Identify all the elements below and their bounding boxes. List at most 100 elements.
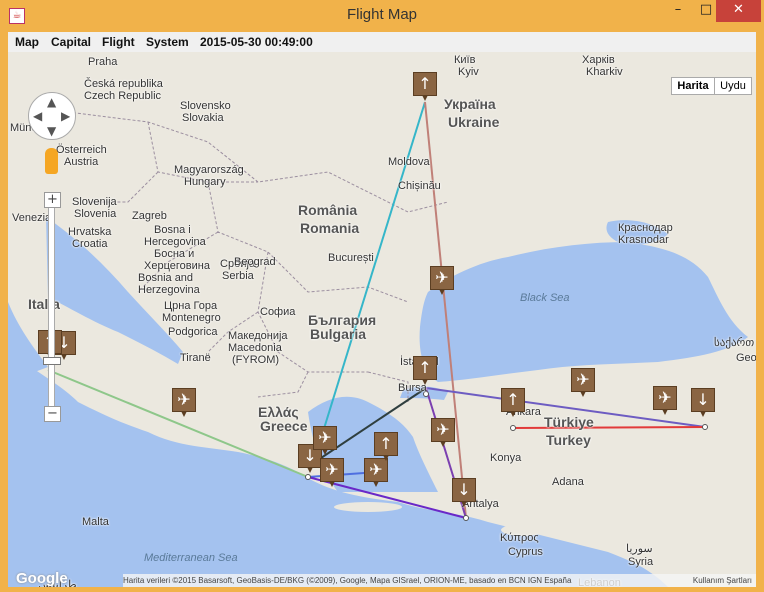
marker-pointer <box>440 441 446 447</box>
flight-marker[interactable]: ✈ <box>313 426 337 456</box>
flight-marker[interactable]: ↑ <box>501 388 525 418</box>
map-label: საქართ <box>714 337 755 349</box>
terms-link[interactable]: Kullanım Şartları <box>693 574 752 587</box>
map-label: Харків <box>582 54 615 66</box>
map-label: România <box>298 202 358 218</box>
airplane-icon: ✈ <box>431 418 455 442</box>
map-label: Slovenia <box>74 208 117 220</box>
route-red <box>512 426 706 429</box>
departure-arrow-icon: ↑ <box>413 356 437 380</box>
flight-marker[interactable]: ✈ <box>431 418 455 448</box>
airplane-icon: ✈ <box>313 426 337 450</box>
google-logo[interactable]: Google <box>16 570 68 587</box>
window-client: Map Capital Flight System 2015-05-30 00:… <box>8 32 756 587</box>
map-label: Краснодар <box>618 222 673 234</box>
map-label: Україна <box>444 96 496 112</box>
map-label: Krasnodar <box>618 234 669 246</box>
marker-pointer <box>422 379 428 385</box>
airplane-icon: ✈ <box>653 386 677 410</box>
pan-control[interactable]: ▲ ▼ ◀ ▶ <box>28 92 76 140</box>
marker-pointer <box>700 411 706 417</box>
marker-pointer <box>373 481 379 487</box>
zoom-slider-thumb[interactable] <box>43 357 61 365</box>
pan-up-icon[interactable]: ▲ <box>47 95 56 109</box>
pegman-icon[interactable] <box>45 148 58 174</box>
flight-marker[interactable]: ✈ <box>172 388 196 418</box>
departure-arrow-icon: ↑ <box>501 388 525 412</box>
map-label: Italia <box>28 296 60 312</box>
map-label: Софиа <box>260 306 296 318</box>
map-label: Czech Republic <box>84 90 162 102</box>
marker-pointer <box>322 449 328 455</box>
map-label: Црна Гора <box>164 300 218 312</box>
window-title: Flight Map <box>346 6 418 23</box>
flight-marker[interactable]: ✈ <box>320 458 344 488</box>
datetime-label: 2015-05-30 00:49:00 <box>200 35 313 49</box>
flight-marker[interactable]: ✈ <box>571 368 595 398</box>
zoom-in-button[interactable]: + <box>44 192 61 208</box>
arrival-arrow-icon: ↓ <box>452 478 476 502</box>
close-button[interactable]: ✕ <box>716 0 761 22</box>
map-type-map-button[interactable]: Harita <box>671 77 715 95</box>
map-label: Македонија <box>228 330 288 342</box>
marker-pointer <box>307 467 313 473</box>
flight-marker[interactable]: ✈ <box>430 266 454 296</box>
map-label: Herzegovina <box>138 284 200 296</box>
map-label: Konya <box>490 452 522 464</box>
map-label: Kyiv <box>458 66 479 78</box>
map-label: سوريا <box>626 543 653 555</box>
map-label: Hrvatska <box>68 226 112 238</box>
map-label: Cyprus <box>508 546 543 558</box>
map-label: Slovenija <box>72 196 117 208</box>
map-label: Syria <box>628 556 654 568</box>
flight-marker[interactable]: ✈ <box>653 386 677 416</box>
departure-arrow-icon: ↑ <box>374 432 398 456</box>
attribution-text: Harita verileri ©2015 Basarsoft, GeoBasi… <box>123 576 572 585</box>
map-label: Moldova <box>388 156 430 168</box>
map-label: Türkiye <box>544 414 594 430</box>
flight-marker[interactable]: ↑ <box>413 72 437 102</box>
map-label: București <box>328 252 374 264</box>
menu-capital[interactable]: Capital <box>51 35 91 49</box>
map-label: (FYROM) <box>232 354 280 366</box>
marker-pointer <box>461 501 467 507</box>
pan-right-icon[interactable]: ▶ <box>61 109 70 123</box>
map-label: Bosna i <box>154 224 191 236</box>
map-label: Bulgaria <box>310 326 367 342</box>
flight-marker[interactable]: ↑ <box>413 356 437 386</box>
flight-marker[interactable]: ✈ <box>364 458 388 488</box>
map-label: Kharkiv <box>586 66 623 78</box>
map-label: Österreich <box>56 144 107 156</box>
map-label: Ukraine <box>448 114 500 130</box>
menu-map[interactable]: Map <box>15 35 39 49</box>
pan-left-icon[interactable]: ◀ <box>33 109 42 123</box>
pan-down-icon[interactable]: ▼ <box>47 124 56 138</box>
map-label: Zagreb <box>132 210 167 222</box>
airplane-icon: ✈ <box>571 368 595 392</box>
map-view[interactable]: Praha Česká republika Czech Republic Sloven… <box>8 52 756 587</box>
flight-marker[interactable]: ↑ <box>374 432 398 462</box>
marker-pointer <box>181 411 187 417</box>
marker-pointer <box>422 95 428 101</box>
map-label: Praha <box>88 56 118 68</box>
map-label: Hercegovina <box>144 236 206 248</box>
airplane-icon: ✈ <box>430 266 454 290</box>
menu-bar: Map Capital Flight System 2015-05-30 00:… <box>8 32 756 52</box>
flight-marker[interactable]: ↓ <box>452 478 476 508</box>
zoom-slider-track[interactable] <box>48 206 55 416</box>
map-label: Херцеговина <box>144 260 210 272</box>
map-label: Turkey <box>546 432 591 448</box>
zoom-out-button[interactable]: − <box>44 406 61 422</box>
minimize-button[interactable]: – <box>664 0 692 22</box>
map-type-satellite-button[interactable]: Uydu <box>714 77 752 95</box>
map-label: Macedonia <box>228 342 282 354</box>
map-label: Greece <box>260 418 308 434</box>
marker-pointer <box>329 481 335 487</box>
map-label: Adana <box>552 476 584 488</box>
island-crete <box>334 502 402 512</box>
menu-system[interactable]: System <box>146 35 189 49</box>
menu-flight[interactable]: Flight <box>102 35 135 49</box>
map-label: Croatia <box>72 238 108 250</box>
flight-marker[interactable]: ↓ <box>691 388 715 418</box>
map-label: Slovensko <box>180 100 231 112</box>
